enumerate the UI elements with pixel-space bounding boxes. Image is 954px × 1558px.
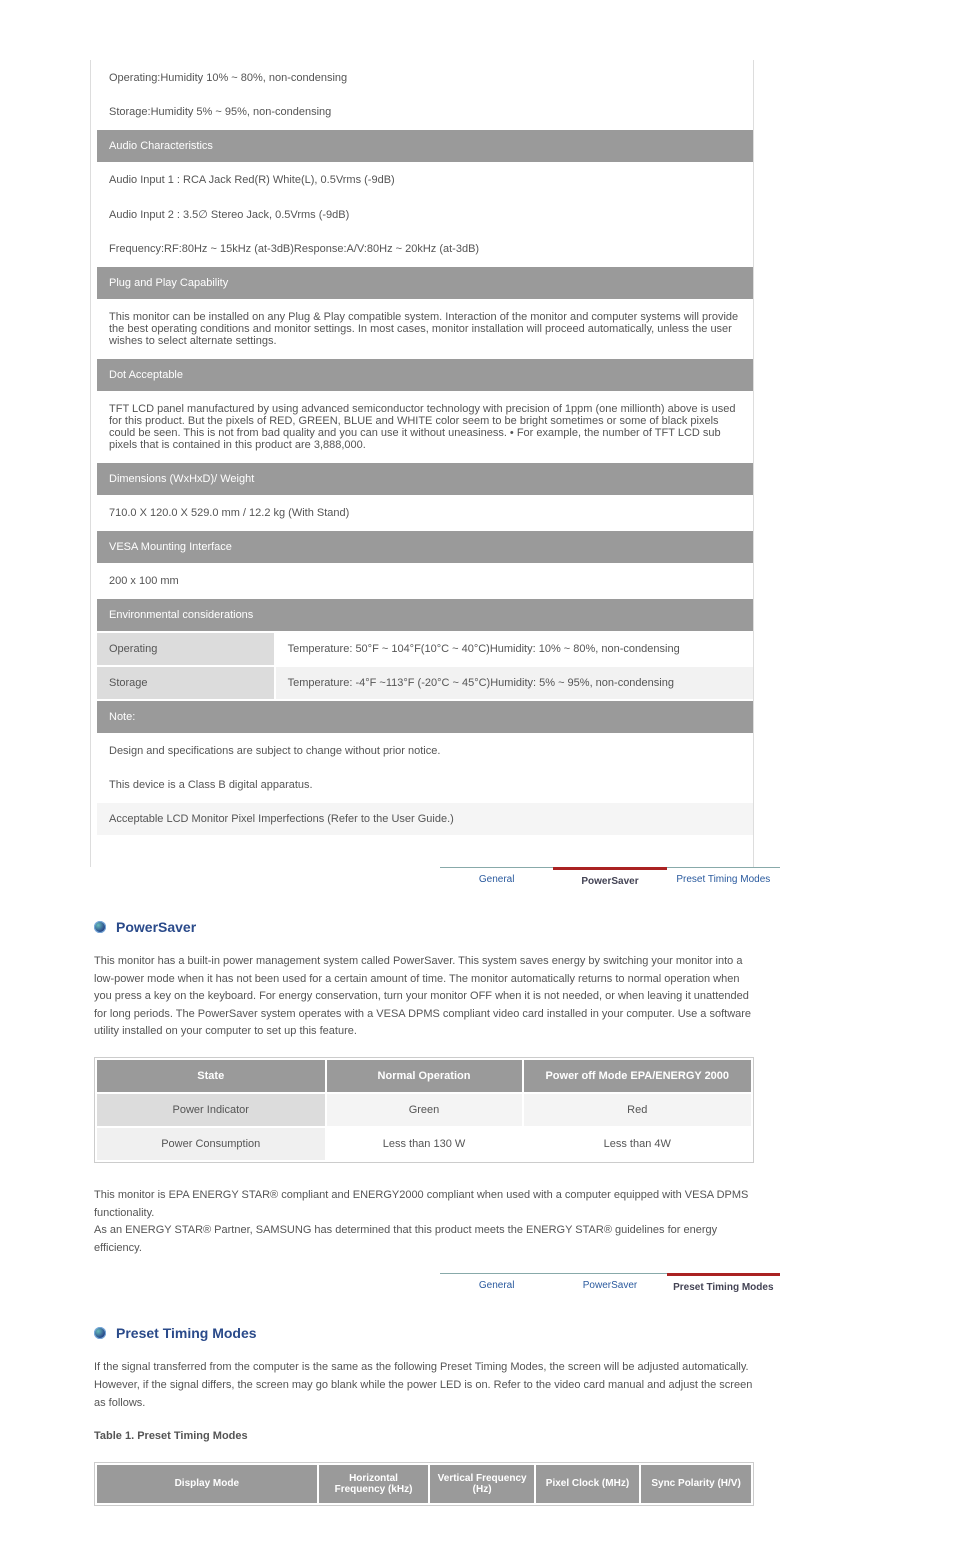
spec-header: Dimensions (WxHxD)/ Weight: [97, 463, 753, 495]
spec-value: Temperature: -4°F ~113°F (-20°C ~ 45°C)H…: [276, 667, 753, 699]
ps-cell: Less than 130 W: [327, 1128, 522, 1160]
pt-header: Horizontal Frequency (kHz): [319, 1465, 429, 1503]
section-tabs-1: General PowerSaver Preset Timing Modes: [440, 867, 780, 891]
spec-header: Plug and Play Capability: [97, 267, 753, 299]
bullet-icon: [94, 1327, 106, 1339]
spec-row: Design and specifications are subject to…: [97, 735, 753, 767]
preset-timing-table: Display Mode Horizontal Frequency (kHz) …: [94, 1462, 754, 1506]
spec-header: Audio Characteristics: [97, 130, 753, 162]
ps-cell: Green: [327, 1094, 522, 1126]
tab-preset-timing-modes[interactable]: Preset Timing Modes: [667, 868, 780, 891]
tab-general[interactable]: General: [440, 1274, 553, 1297]
pt-header: Vertical Frequency (Hz): [430, 1465, 533, 1503]
spec-row: Acceptable LCD Monitor Pixel Imperfectio…: [97, 803, 753, 835]
spec-header: Note:: [97, 701, 753, 733]
powersaver-table: State Normal Operation Power off Mode EP…: [94, 1057, 754, 1163]
tab-general[interactable]: General: [440, 868, 553, 891]
ps-cell: Less than 4W: [524, 1128, 752, 1160]
pt-header: Display Mode: [97, 1465, 317, 1503]
ps-cell: Power Indicator: [97, 1094, 325, 1126]
spec-row: This monitor can be installed on any Plu…: [97, 301, 753, 357]
spec-header: VESA Mounting Interface: [97, 531, 753, 563]
spec-label: Operating: [97, 633, 274, 665]
section-title: Preset Timing Modes: [116, 1325, 257, 1341]
spec-header: Environmental considerations: [97, 599, 753, 631]
spec-row: Audio Input 1 : RCA Jack Red(R) White(L)…: [97, 164, 753, 196]
section-title: PowerSaver: [116, 919, 196, 935]
ps-header: State: [97, 1060, 325, 1092]
tab-powersaver[interactable]: PowerSaver: [553, 867, 666, 891]
tab-powersaver[interactable]: PowerSaver: [553, 1274, 666, 1297]
powersaver-intro: This monitor has a built-in power manage…: [94, 953, 754, 1041]
pt-header: Pixel Clock (MHz): [536, 1465, 639, 1503]
powersaver-footer: This monitor is EPA ENERGY STAR® complia…: [94, 1187, 754, 1257]
pt-header: Sync Polarity (H/V): [641, 1465, 751, 1503]
spec-row: TFT LCD panel manufactured by using adva…: [97, 393, 753, 461]
bullet-icon: [94, 921, 106, 933]
tab-preset-timing-modes[interactable]: Preset Timing Modes: [667, 1273, 780, 1297]
ps-cell: Power Consumption: [97, 1128, 325, 1160]
section-heading-powersaver: PowerSaver: [94, 919, 864, 935]
spec-row: 710.0 X 120.0 X 529.0 mm / 12.2 kg (With…: [97, 497, 753, 529]
ps-header: Power off Mode EPA/ENERGY 2000: [524, 1060, 752, 1092]
spec-row: Frequency:RF:80Hz ~ 15kHz (at-3dB)Respon…: [97, 233, 753, 265]
spec-value: Temperature: 50°F ~ 104°F(10°C ~ 40°C)Hu…: [276, 633, 753, 665]
section-heading-preset-timing: Preset Timing Modes: [94, 1325, 864, 1341]
spec-row: Operating:Humidity 10% ~ 80%, non-conden…: [97, 62, 753, 94]
ps-header: Normal Operation: [327, 1060, 522, 1092]
section-tabs-2: General PowerSaver Preset Timing Modes: [440, 1273, 780, 1297]
spec-row: Audio Input 2 : 3.5∅ Stereo Jack, 0.5Vrm…: [97, 198, 753, 231]
spec-row: 200 x 100 mm: [97, 565, 753, 597]
spec-header: Dot Acceptable: [97, 359, 753, 391]
specifications-block: Operating:Humidity 10% ~ 80%, non-conden…: [90, 60, 754, 867]
spec-row: Storage:Humidity 5% ~ 95%, non-condensin…: [97, 96, 753, 128]
specifications-table: Operating:Humidity 10% ~ 80%, non-conden…: [95, 60, 755, 837]
preset-timing-intro: If the signal transferred from the compu…: [94, 1359, 754, 1412]
ps-cell: Red: [524, 1094, 752, 1126]
preset-timing-caption: Table 1. Preset Timing Modes: [94, 1428, 754, 1446]
spec-row: This device is a Class B digital apparat…: [97, 769, 753, 801]
spec-label: Storage: [97, 667, 274, 699]
